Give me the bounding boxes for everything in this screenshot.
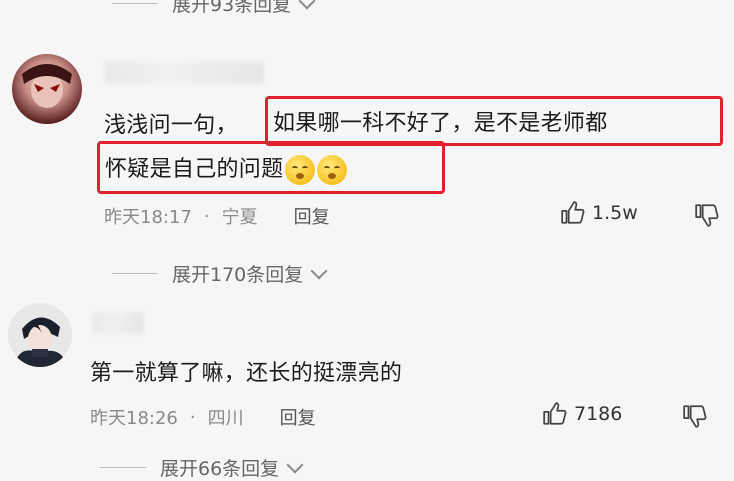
chevron-down-icon [310, 262, 328, 279]
dislike-button[interactable] [682, 403, 708, 433]
dislike-button[interactable] [694, 202, 720, 232]
expand-replies-label: 展开66条回复 [160, 458, 280, 480]
divider-line [112, 3, 158, 4]
expand-replies-label: 展开170条回复 [172, 264, 304, 286]
thumb-down-icon [695, 204, 719, 227]
chevron-down-icon [286, 456, 304, 473]
comment-time: 昨天18:26 [90, 408, 178, 429]
avatar-face-icon [22, 64, 72, 108]
reply-button[interactable]: 回复 [294, 203, 330, 229]
comment-text-highlight-line1: 如果哪一科不好了，是不是老师都 [273, 111, 608, 136]
comment-meta: 昨天18:17 · 宁夏 回复 [104, 203, 330, 229]
thumb-up-icon [561, 201, 585, 224]
username-blurred[interactable] [104, 62, 264, 84]
comment-location: 宁夏 [221, 207, 258, 228]
like-count: 7186 [574, 403, 623, 425]
avatar[interactable] [8, 303, 72, 367]
avatar[interactable] [12, 54, 82, 124]
comment-text-prefix: 浅浅问一句， [104, 113, 238, 138]
comment-time: 昨天18:17 [104, 207, 192, 228]
divider-line [112, 273, 158, 274]
avatar-face-icon [14, 317, 66, 367]
meta-separator: · [189, 406, 196, 428]
meta-separator: · [203, 205, 210, 227]
reply-button[interactable]: 回复 [280, 404, 316, 430]
like-button[interactable]: 7186 [542, 401, 622, 427]
comment-location: 四川 [207, 408, 244, 429]
like-button[interactable]: 1.5w [560, 200, 638, 226]
comment-meta: 昨天18:26 · 四川 回复 [90, 404, 316, 430]
expand-replies-label: 展开93条回复 [172, 0, 292, 16]
comment-text: 第一就算了嘛，还长的挺漂亮的 [90, 361, 403, 386]
chevron-down-icon [298, 0, 316, 9]
face-emoji-icon [317, 155, 348, 185]
like-count: 1.5w [592, 202, 638, 224]
face-emoji-icon [285, 155, 316, 185]
expand-replies-button[interactable]: 展开66条回复 [100, 454, 304, 481]
expand-replies-button[interactable]: 展开170条回复 [112, 260, 328, 287]
username-blurred[interactable] [92, 312, 144, 334]
comment-text-highlight-line2: 怀疑是自己的问题 [105, 151, 348, 185]
expand-replies-top[interactable]: 展开93条回复 [112, 0, 316, 17]
divider-line [100, 467, 146, 468]
thumb-up-icon [543, 402, 567, 425]
thumb-down-icon [683, 405, 707, 428]
